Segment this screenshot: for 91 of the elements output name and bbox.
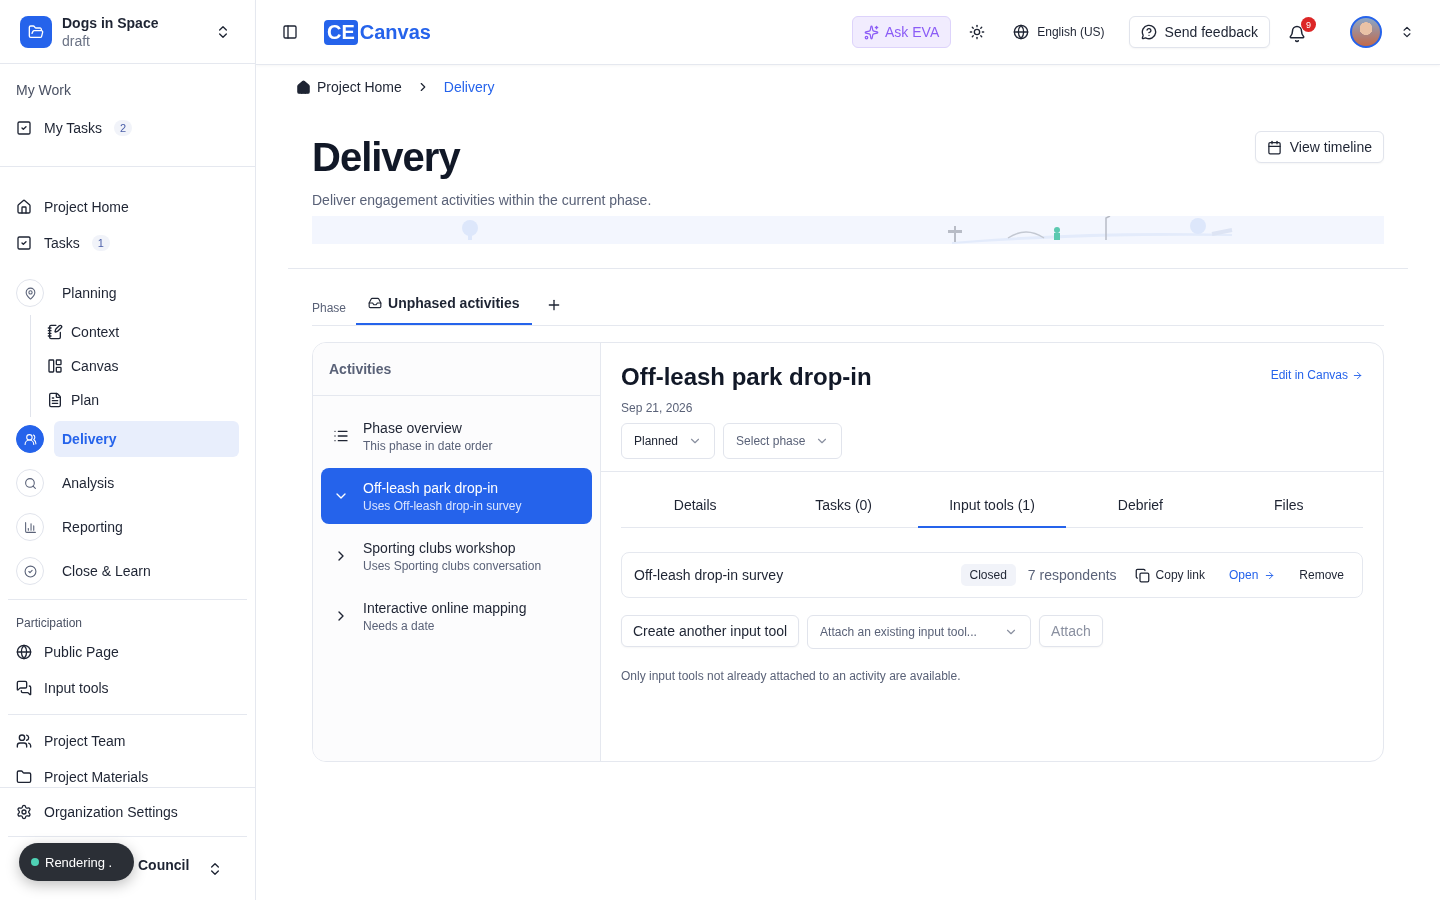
home-icon xyxy=(296,79,311,95)
count-badge: 1 xyxy=(91,235,110,251)
avatar[interactable] xyxy=(1350,16,1382,48)
activity-item[interactable]: Phase overview This phase in date order xyxy=(321,408,592,464)
nav-item[interactable]: Canvas xyxy=(47,349,255,383)
copy-icon xyxy=(1134,567,1150,583)
copy-link-button[interactable]: Copy link xyxy=(1128,563,1211,587)
detail-tab[interactable]: Files xyxy=(1214,484,1364,528)
tool-name: Off-leash drop-in survey xyxy=(634,567,785,583)
nav-item[interactable]: Project Home xyxy=(8,189,247,225)
section-heading: Participation xyxy=(15,615,84,632)
arrow-right-icon xyxy=(1352,369,1363,381)
calendar-icon xyxy=(1266,139,1282,155)
project-name: Dogs in Space xyxy=(62,14,160,31)
feedback-button[interactable]: Send feedback xyxy=(1128,16,1270,48)
logo: CE Canvas xyxy=(324,19,431,45)
nav-item[interactable]: My Tasks 2 xyxy=(8,110,247,146)
phase-select[interactable]: Select phase xyxy=(723,423,843,459)
settings-icon xyxy=(16,804,32,820)
globe-icon xyxy=(1013,24,1030,40)
breadcrumb-link[interactable]: Project Home xyxy=(296,79,402,95)
notebook-icon xyxy=(47,324,63,340)
open-link[interactable]: Open xyxy=(1222,564,1282,586)
activity-date: Sep 21, 2026 xyxy=(621,401,694,415)
activity-item[interactable]: Interactive online mapping Needs a date xyxy=(321,588,592,644)
phase-link[interactable]: Close & Learn xyxy=(54,553,239,589)
inbox-icon xyxy=(368,296,383,310)
chat-question-icon xyxy=(1140,24,1157,40)
remove-button[interactable]: Remove xyxy=(1293,564,1350,586)
nav-item[interactable]: Project Materials xyxy=(8,759,247,787)
detail-tab[interactable]: Debrief xyxy=(1066,484,1215,528)
document-icon xyxy=(47,392,63,408)
sun-icon xyxy=(969,24,986,40)
status-toast: Rendering . xyxy=(19,843,135,881)
map-pin-icon xyxy=(23,286,37,300)
language-button[interactable]: English (US) xyxy=(1003,20,1115,44)
checkbox-icon xyxy=(16,120,32,136)
notifications-button[interactable]: 9 xyxy=(1284,17,1316,47)
list-heading: Activities xyxy=(329,361,392,377)
edit-link[interactable]: Edit in Canvas xyxy=(1270,367,1363,383)
page-subtitle: Deliver engagement activities within the current phase. xyxy=(312,192,653,208)
project-status: draft xyxy=(62,32,91,49)
people-icon xyxy=(16,733,32,749)
activity-title: Off-leash park drop-in xyxy=(621,363,872,391)
org-name: Council xyxy=(138,856,191,873)
phase-tab[interactable]: Unphased activities xyxy=(356,295,532,325)
count-badge: 2 xyxy=(114,120,133,136)
activity-item[interactable]: Off-leash park drop-in Uses Off-leash drop-in survey xyxy=(321,468,592,524)
section-heading: My Work xyxy=(15,81,72,100)
nav-item[interactable]: Context xyxy=(47,315,255,349)
folder-icon xyxy=(28,23,44,40)
detail-tab[interactable]: Input tools (1) xyxy=(917,484,1067,528)
sidebar-icon xyxy=(282,24,298,40)
activity-item[interactable]: Sporting clubs workshop Uses Sporting clubs conversation xyxy=(321,528,592,584)
help-text: Only input tools not already attached to an activity are available. xyxy=(621,669,962,683)
ask-button[interactable]: Ask EVA xyxy=(852,16,952,48)
nav-item[interactable]: Input tools xyxy=(8,670,247,706)
attach-select[interactable]: Attach an existing input tool... xyxy=(807,615,1032,649)
checkbox-icon xyxy=(16,235,32,251)
status-select[interactable]: Planned xyxy=(621,423,716,459)
people-icon xyxy=(23,432,37,446)
phase-link[interactable]: Planning xyxy=(54,275,239,311)
home-icon xyxy=(16,199,32,215)
phase-link[interactable]: Reporting xyxy=(54,509,239,545)
arrow-right-icon xyxy=(1264,569,1276,581)
phase-link[interactable]: Delivery xyxy=(54,421,239,457)
nav-item[interactable]: Organization Settings xyxy=(8,794,247,830)
search-icon xyxy=(23,476,37,490)
list-icon xyxy=(333,428,349,444)
respondents-count: 7 respondents xyxy=(1027,567,1117,583)
nav-item[interactable]: Tasks 1 xyxy=(8,225,247,261)
bar-chart-icon xyxy=(23,520,37,534)
phase-link[interactable]: Analysis xyxy=(54,465,239,501)
create-tool-button[interactable]: Create another input tool xyxy=(621,615,800,647)
chat-icon xyxy=(16,680,32,696)
check-circle-icon xyxy=(23,564,37,578)
detail-tab[interactable]: Details xyxy=(621,484,770,528)
globe-icon xyxy=(16,644,32,660)
layout-icon xyxy=(47,358,63,374)
bell-icon xyxy=(1288,25,1306,43)
timeline-button[interactable]: View timeline xyxy=(1254,131,1384,163)
nav-item[interactable]: Public Page xyxy=(8,634,247,670)
detail-tab[interactable]: Tasks (0) xyxy=(769,484,918,528)
nav-item[interactable]: Plan xyxy=(47,383,255,417)
sparkle-icon xyxy=(864,24,880,40)
page-title: Delivery xyxy=(312,135,460,180)
phase-label: Phase xyxy=(312,301,347,317)
breadcrumb-link[interactable]: Delivery xyxy=(443,79,495,95)
folder-icon xyxy=(16,769,32,785)
nav-item[interactable]: Project Team xyxy=(8,723,247,759)
status-badge: Closed xyxy=(960,564,1016,586)
